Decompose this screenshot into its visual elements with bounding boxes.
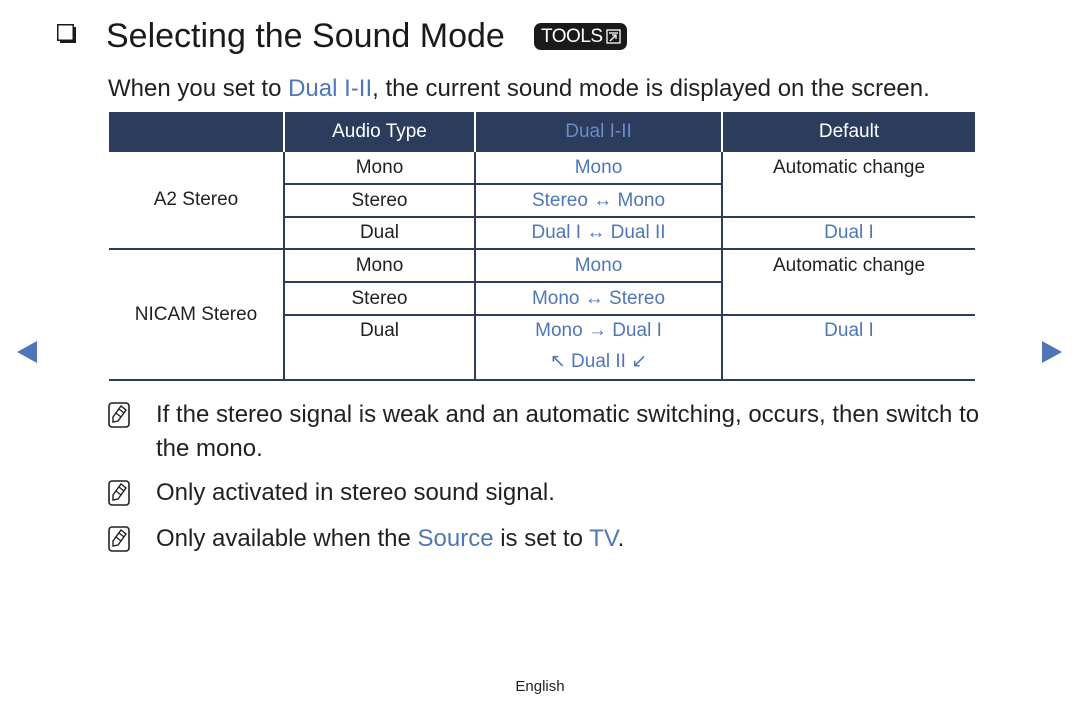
intro-prefix: When you set to — [108, 75, 289, 102]
next-page-arrow-icon[interactable] — [1042, 341, 1062, 363]
tools-badge-label: TOOLS — [541, 25, 603, 47]
cell-default: Dual I — [824, 320, 874, 341]
cell-dual-mode: Mono — [574, 156, 623, 178]
cell-audio-type: Stereo — [351, 189, 408, 211]
previous-page-arrow-icon[interactable] — [17, 341, 37, 363]
cell-dual-mode: Mono ↔ Stereo — [531, 287, 666, 309]
cell-default: Dual I — [824, 222, 874, 243]
page-title: Selecting the Sound Mode — [106, 17, 505, 55]
note-text: Only activated in stereo sound signal. — [156, 479, 555, 506]
note-highlight-source: Source — [417, 525, 494, 552]
table-bottom-border — [109, 379, 975, 381]
checkbox-square-icon — [57, 24, 76, 43]
note-highlight-tv: TV — [589, 525, 618, 552]
cell-default: Automatic change — [772, 254, 926, 276]
note-pencil-icon — [108, 402, 130, 428]
cell-dual-mode-line2: ↖ Dual II ↙ — [549, 350, 648, 372]
cell-audio-type: Mono — [355, 254, 404, 276]
intro-highlight-dual: Dual I-II — [288, 75, 373, 102]
cell-audio-type: Dual — [359, 320, 400, 341]
tools-shortcut-icon — [605, 29, 621, 44]
note-text: Only available when the Source is set to… — [156, 522, 1016, 556]
group-label-a2-stereo: A2 Stereo — [153, 189, 239, 210]
cell-dual-mode: Mono → Dual I — [535, 320, 662, 341]
header-cell-empty — [109, 112, 283, 152]
cell-dual-mode: Mono — [574, 254, 623, 276]
sound-mode-table: Audio Type Dual I-II Default A2 Stereo M… — [109, 112, 975, 382]
intro-suffix: , the current sound mode is displayed on… — [372, 75, 930, 102]
tools-badge: TOOLS — [534, 23, 627, 50]
group-label-nicam-stereo: NICAM Stereo — [134, 303, 258, 325]
note-suffix: . — [617, 525, 625, 552]
cell-audio-type: Mono — [355, 156, 404, 178]
footer-language: English — [515, 678, 565, 695]
header-cell-audio-type: Audio Type — [285, 112, 474, 152]
note-pencil-icon — [108, 480, 130, 506]
note-pencil-icon — [108, 526, 130, 552]
cell-dual-mode: Stereo ↔ Mono — [531, 189, 666, 211]
note-prefix: Only available when the — [156, 525, 418, 552]
header-cell-default: Default — [723, 112, 975, 152]
cell-dual-mode: Dual I ↔ Dual II — [531, 222, 666, 243]
cell-audio-type: Stereo — [351, 287, 408, 309]
header-cell-dual: Dual I-II — [476, 112, 721, 152]
cell-default: Automatic change — [772, 156, 926, 178]
intro-text: When you set to Dual I-II, the current s… — [108, 74, 930, 104]
note-middle: is set to — [493, 525, 590, 552]
note-text: If the stereo signal is weak and an auto… — [156, 401, 980, 462]
cell-audio-type: Dual — [359, 222, 400, 243]
